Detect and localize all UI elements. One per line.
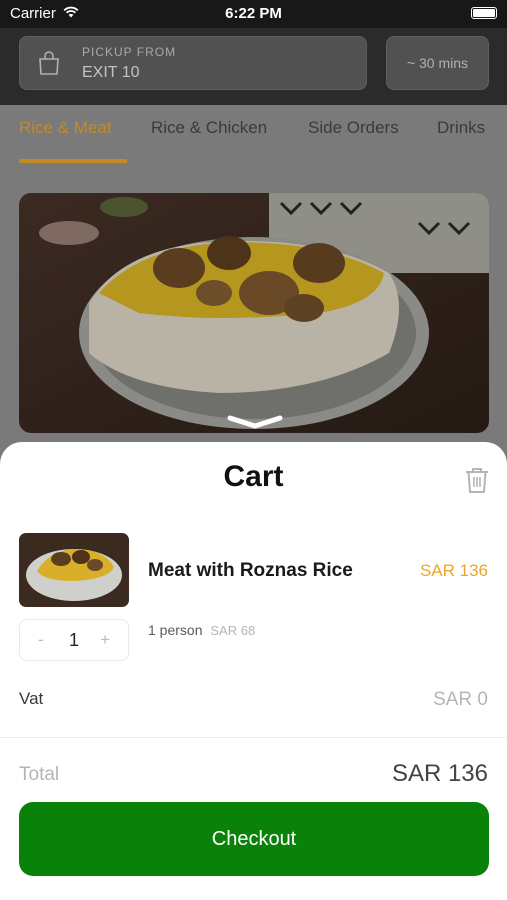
pickup-label: PICKUP FROM — [82, 45, 177, 59]
category-tabs: Rice & Meat Rice & Chicken Side Orders D… — [0, 105, 507, 163]
unit-price: SAR 68 — [210, 623, 256, 638]
pickup-value: EXIT 10 — [82, 64, 140, 81]
tab-rice-chicken[interactable]: Rice & Chicken — [151, 118, 267, 138]
active-tab-indicator — [19, 159, 127, 163]
shopping-bag-icon — [39, 51, 59, 75]
tab-drinks[interactable]: Drinks — [437, 118, 485, 138]
serving-size: 1 person — [148, 622, 203, 638]
cart-title: Cart — [223, 460, 284, 493]
checkout-button[interactable]: Checkout — [19, 802, 489, 876]
status-bar: Carrier 6:22 PM — [0, 0, 507, 28]
vat-label: Vat — [19, 689, 44, 708]
total-value: SAR 136 — [391, 760, 488, 787]
total-label: Total — [19, 764, 60, 785]
vat-value: SAR 0 — [433, 689, 488, 710]
cart-item-detail: 1 person SAR 68 — [148, 622, 255, 638]
tab-side-orders[interactable]: Side Orders — [308, 118, 399, 138]
quantity-value: 1 — [68, 630, 79, 650]
featured-dish-image[interactable] — [19, 193, 489, 433]
increase-quantity-button[interactable]: + — [100, 630, 110, 650]
checkout-label: Checkout — [211, 828, 297, 850]
trash-icon[interactable] — [464, 466, 490, 494]
cart-sheet: Cart Meat with Roznas Rice SAR 136 - 1 +… — [0, 442, 507, 900]
eta-label: ~ 30 mins — [406, 55, 469, 71]
quantity-stepper: - 1 + — [19, 619, 129, 661]
pickup-location-button[interactable]: PICKUP FROM EXIT 10 — [19, 36, 367, 90]
tab-rice-meat[interactable]: Rice & Meat — [19, 118, 112, 138]
cart-item-image — [19, 533, 129, 607]
cart-item-price: SAR 136 — [419, 561, 488, 580]
divider — [0, 737, 507, 738]
pickup-header: PICKUP FROM EXIT 10 ~ 30 mins — [0, 28, 507, 105]
chevron-down-icon[interactable] — [226, 414, 284, 430]
status-time: 6:22 PM — [225, 5, 282, 22]
cart-item-name: Meat with Roznas Rice — [148, 560, 353, 581]
battery-icon — [471, 7, 497, 19]
eta-button[interactable]: ~ 30 mins — [386, 36, 489, 90]
